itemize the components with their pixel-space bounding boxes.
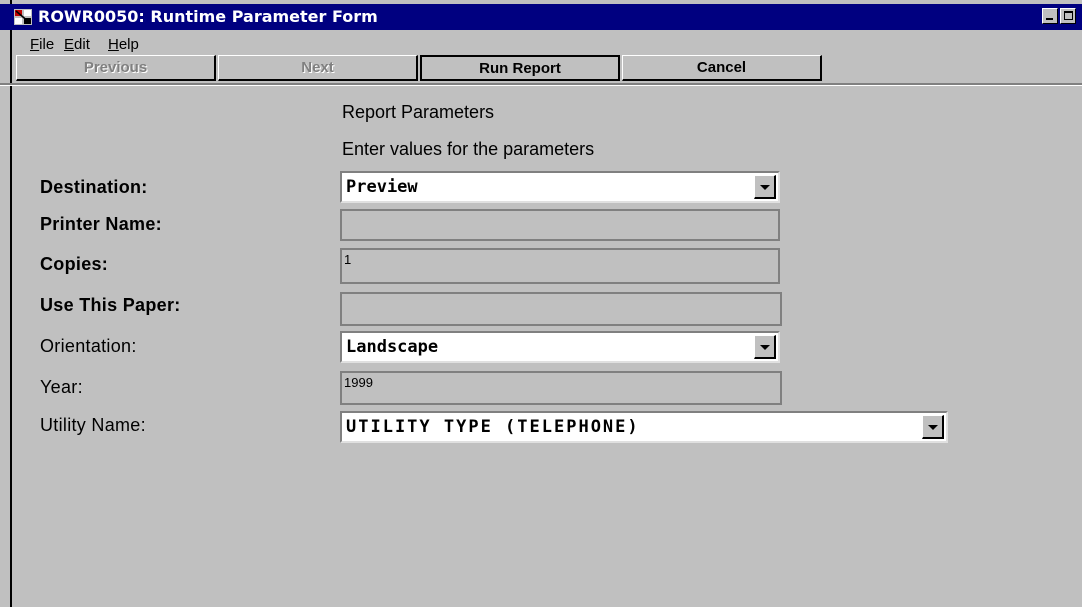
paper-field[interactable] [340, 292, 782, 326]
printer-name-field[interactable] [340, 209, 780, 241]
menu-edit[interactable]: Edit [64, 36, 90, 53]
copies-field[interactable]: 1 [340, 248, 780, 284]
previous-button[interactable]: Previous [16, 55, 216, 81]
chevron-down-icon [928, 425, 938, 430]
title-bar[interactable]: ROWR0050: Runtime Parameter Form [0, 4, 1082, 30]
minimize-icon [1046, 18, 1053, 20]
destination-value: Preview [346, 177, 418, 197]
menu-help[interactable]: Help [108, 36, 139, 53]
run-report-button[interactable]: Run Report [420, 55, 620, 81]
window-title: ROWR0050: Runtime Parameter Form [38, 7, 378, 26]
orientation-select[interactable]: Landscape [340, 331, 780, 363]
form-heading: Report Parameters [342, 102, 495, 122]
utility-name-select[interactable]: UTILITY TYPE (TELEPHONE) [340, 411, 948, 443]
chevron-down-icon [760, 185, 770, 190]
next-button[interactable]: Next [218, 55, 418, 81]
cancel-button[interactable]: Cancel [622, 55, 822, 81]
app-icon [14, 9, 32, 25]
utility-name-label: Utility Name: [40, 415, 146, 435]
utility-name-dropdown-button[interactable] [922, 415, 944, 439]
minimize-button[interactable] [1042, 8, 1058, 24]
window-left-border [0, 0, 12, 607]
form-subheading: Enter values for the parameters [342, 139, 595, 159]
menu-file[interactable]: File [30, 36, 54, 53]
year-field[interactable]: 1999 [340, 371, 782, 405]
maximize-icon [1064, 11, 1073, 20]
destination-dropdown-button[interactable] [754, 175, 776, 199]
paper-label: Use This Paper: [40, 295, 181, 315]
destination-select[interactable]: Preview [340, 171, 780, 203]
toolbar-divider [0, 83, 1082, 86]
runtime-parameter-window: ROWR0050: Runtime Parameter Form File Ed… [0, 0, 1082, 607]
orientation-label: Orientation: [40, 336, 137, 356]
year-label: Year: [40, 377, 83, 397]
toolbar: Previous Next Run Report Cancel [12, 53, 1082, 83]
orientation-value: Landscape [346, 337, 439, 357]
maximize-button[interactable] [1060, 8, 1076, 24]
destination-label: Destination: [40, 177, 148, 197]
printer-name-label: Printer Name: [40, 214, 162, 234]
utility-name-value: UTILITY TYPE (TELEPHONE) [346, 417, 640, 437]
chevron-down-icon [760, 345, 770, 350]
menu-bar: File Edit Help [12, 33, 1082, 53]
orientation-dropdown-button[interactable] [754, 335, 776, 359]
copies-label: Copies: [40, 254, 109, 274]
